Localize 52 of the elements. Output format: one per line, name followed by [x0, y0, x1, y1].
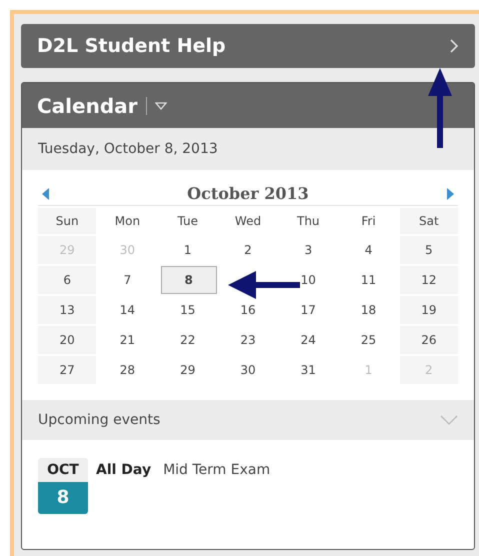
- day-cell[interactable]: 4: [339, 236, 398, 264]
- day-cell[interactable]: 17: [279, 296, 338, 324]
- calendar-title: Calendar: [37, 94, 138, 118]
- dropdown-icon[interactable]: [154, 102, 167, 110]
- day-cell[interactable]: 2: [218, 236, 278, 264]
- upcoming-events-bar[interactable]: Upcoming events: [22, 400, 474, 440]
- day-cell[interactable]: 10: [279, 266, 338, 294]
- day-cell[interactable]: 15: [158, 296, 217, 324]
- day-cell[interactable]: 29: [158, 356, 217, 384]
- weekday-header: Tue: [176, 213, 199, 230]
- day-cell[interactable]: 25: [339, 326, 398, 354]
- help-bar[interactable]: D2L Student Help: [21, 24, 475, 68]
- weekday-header: Mon: [114, 213, 142, 230]
- help-title: D2L Student Help: [37, 35, 226, 57]
- weekday-header: Wed: [234, 213, 262, 230]
- chevron-right-icon[interactable]: [449, 38, 459, 54]
- event-title[interactable]: Mid Term Exam: [163, 462, 270, 478]
- weekday-header: Thu: [296, 213, 321, 230]
- event-day: 8: [38, 482, 88, 514]
- day-cell[interactable]: 5: [400, 236, 458, 264]
- day-cell[interactable]: 26: [400, 326, 458, 354]
- event-month: OCT: [38, 458, 88, 482]
- weekday-header: Fri: [360, 213, 377, 230]
- day-cell[interactable]: 16: [218, 296, 278, 324]
- day-cell[interactable]: 19: [400, 296, 458, 324]
- day-cell[interactable]: 7: [98, 266, 157, 294]
- day-cell[interactable]: 18: [339, 296, 398, 324]
- day-cell[interactable]: 28: [98, 356, 157, 384]
- day-cell[interactable]: 6: [38, 266, 96, 294]
- day-cell[interactable]: 1: [158, 236, 217, 264]
- day-cell[interactable]: 8: [160, 266, 217, 294]
- month-title: October 2013: [187, 184, 309, 203]
- day-cell[interactable]: 31: [279, 356, 338, 384]
- day-cell[interactable]: 23: [218, 326, 278, 354]
- day-cell[interactable]: 30: [218, 356, 278, 384]
- weekday-header: Sun: [38, 208, 96, 234]
- day-cell[interactable]: 3: [279, 236, 338, 264]
- upcoming-events-title: Upcoming events: [38, 412, 160, 428]
- event-time: All Day: [96, 462, 152, 478]
- day-cell[interactable]: 12: [400, 266, 458, 294]
- prev-month-icon[interactable]: [42, 188, 50, 200]
- day-cell[interactable]: 24: [279, 326, 338, 354]
- day-cell[interactable]: 13: [38, 296, 96, 324]
- day-cell[interactable]: 22: [158, 326, 217, 354]
- day-cell[interactable]: 20: [38, 326, 96, 354]
- day-cell[interactable]: 27: [38, 356, 96, 384]
- day-cell[interactable]: 21: [98, 326, 157, 354]
- weekday-header: Sat: [400, 208, 458, 234]
- day-cell[interactable]: 14: [98, 296, 157, 324]
- day-cell[interactable]: 11: [339, 266, 398, 294]
- current-date: Tuesday, October 8, 2013: [38, 141, 218, 157]
- next-month-icon[interactable]: [446, 188, 454, 200]
